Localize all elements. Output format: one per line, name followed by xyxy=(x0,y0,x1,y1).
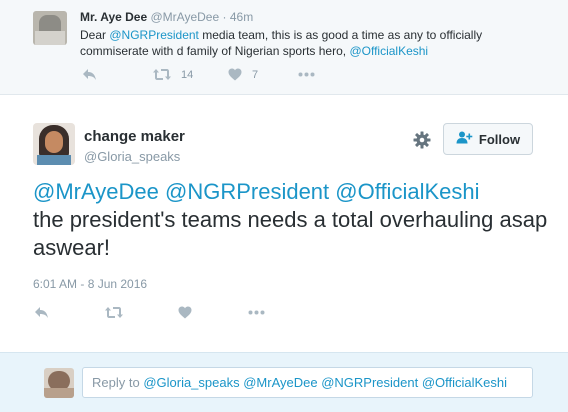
mention-link[interactable]: @MrAyeDee xyxy=(33,179,159,204)
parent-separator: · xyxy=(222,10,227,24)
tweet-actions xyxy=(33,306,273,324)
retweet-count: 14 xyxy=(181,68,194,81)
reply-mentions: @Gloria_speaks @MrAyeDee @NGRPresident @… xyxy=(143,375,508,390)
reply-button[interactable] xyxy=(82,68,97,81)
like-button[interactable]: 7 xyxy=(228,68,258,81)
retweet-button[interactable] xyxy=(105,306,123,319)
follow-label: Follow xyxy=(478,131,521,147)
gear-icon xyxy=(413,131,431,153)
retweet-button[interactable]: 14 xyxy=(153,68,193,81)
parent-tweet-text: Dear @NGRPresident media team, this is a… xyxy=(80,27,550,59)
parent-tweet[interactable]: Mr. Aye Dee @MrAyeDee · 46m Dear @NGRPre… xyxy=(0,0,568,95)
follow-button[interactable]: Follow xyxy=(443,123,533,155)
settings-button[interactable] xyxy=(413,131,431,149)
parent-tweet-actions: 14 7 xyxy=(80,68,340,84)
author-handle[interactable]: @Gloria_speaks xyxy=(84,149,180,164)
tweet-text: @MrAyeDee @NGRPresident @OfficialKeshi th… xyxy=(33,178,553,262)
heart-icon xyxy=(178,306,192,319)
like-button[interactable] xyxy=(178,306,192,319)
more-icon xyxy=(298,72,315,77)
parent-author-handle[interactable]: @MrAyeDee xyxy=(151,10,220,24)
more-icon xyxy=(248,310,265,315)
mention-link[interactable]: @NGRPresident xyxy=(109,28,199,42)
parent-tweet-header: Mr. Aye Dee @MrAyeDee · 46m xyxy=(80,10,253,24)
author-name[interactable]: change maker xyxy=(84,128,185,145)
more-button[interactable] xyxy=(298,72,315,77)
reply-icon xyxy=(34,306,49,319)
reply-button[interactable] xyxy=(34,306,49,319)
tweet-timestamp[interactable]: 6:01 AM - 8 Jun 2016 xyxy=(33,277,147,291)
mention-link[interactable]: @OfficialKeshi xyxy=(349,44,428,58)
heart-icon xyxy=(228,68,242,81)
mention-link[interactable]: @OfficialKeshi xyxy=(335,179,479,204)
tweet-body: the president's teams needs a total over… xyxy=(33,207,548,260)
parent-author-avatar[interactable] xyxy=(33,11,67,45)
like-count: 7 xyxy=(252,68,259,81)
author-avatar[interactable] xyxy=(33,123,75,165)
mention-link[interactable]: @NGRPresident xyxy=(165,179,329,204)
retweet-icon xyxy=(105,306,123,319)
reply-icon xyxy=(82,68,97,81)
parent-tweet-time[interactable]: 46m xyxy=(230,10,253,24)
more-button[interactable] xyxy=(248,310,265,315)
parent-text-prefix: Dear xyxy=(80,28,110,42)
reply-prefix: Reply to xyxy=(92,375,144,390)
add-user-icon xyxy=(456,131,479,147)
parent-author-name[interactable]: Mr. Aye Dee xyxy=(80,10,147,24)
reply-box: Reply to @Gloria_speaks @MrAyeDee @NGRPr… xyxy=(0,352,568,412)
current-user-avatar xyxy=(44,368,74,398)
reply-input[interactable]: Reply to @Gloria_speaks @MrAyeDee @NGRPr… xyxy=(82,367,533,398)
retweet-icon xyxy=(153,68,171,81)
